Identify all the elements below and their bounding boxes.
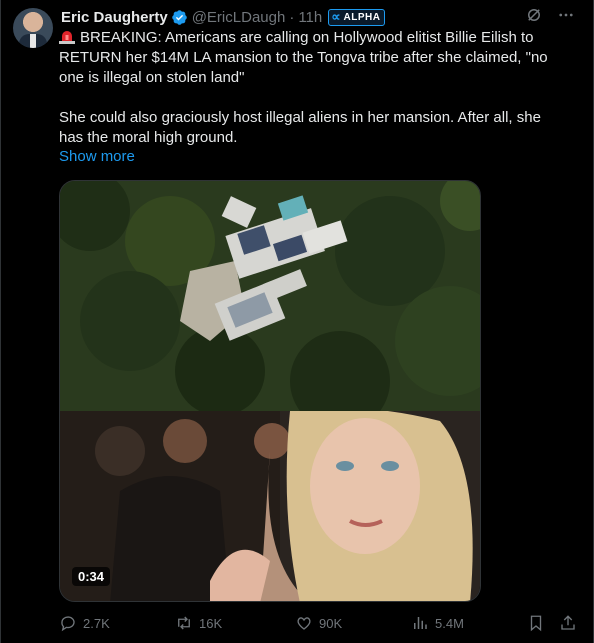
post-text-line-2: She could also graciously host illegal a… bbox=[59, 109, 541, 146]
author-name[interactable]: Eric Daugherty bbox=[61, 9, 168, 26]
separator: · bbox=[289, 8, 295, 26]
post-header: Eric Daugherty @EricLDaugh · 11h ∝ ALPHA bbox=[61, 7, 386, 27]
post-time[interactable]: 11h bbox=[298, 9, 322, 26]
verified-badge-icon bbox=[171, 9, 187, 25]
more-icon[interactable] bbox=[557, 6, 575, 28]
bookmark-icon bbox=[530, 615, 542, 632]
post-text-line-1: BREAKING: Americans are calling on Holly… bbox=[59, 29, 548, 86]
views-button[interactable]: 5.4M bbox=[411, 612, 464, 634]
reply-icon bbox=[61, 616, 75, 632]
action-bar: 2.7K 16K 90K 5.4M bbox=[59, 612, 579, 634]
alpha-badge[interactable]: ∝ ALPHA bbox=[328, 8, 386, 26]
post-container: Eric Daugherty @EricLDaugh · 11h ∝ ALPHA… bbox=[0, 0, 594, 643]
share-button[interactable] bbox=[559, 612, 577, 634]
alpha-badge-label: ALPHA bbox=[343, 11, 381, 23]
top-right-actions bbox=[525, 6, 575, 28]
post-text: BREAKING: Americans are calling on Holly… bbox=[59, 28, 569, 148]
author-avatar[interactable] bbox=[13, 8, 53, 48]
reply-count: 2.7K bbox=[83, 615, 110, 631]
video-duration: 0:34 bbox=[72, 567, 111, 586]
views-icon bbox=[414, 617, 427, 629]
video-frame-image bbox=[60, 411, 480, 601]
views-count: 5.4M bbox=[435, 615, 464, 631]
show-more-link[interactable]: Show more bbox=[59, 148, 135, 165]
avatar-shirt bbox=[30, 34, 36, 48]
grok-icon[interactable] bbox=[525, 6, 543, 28]
share-icon bbox=[561, 615, 575, 630]
like-count: 90K bbox=[319, 615, 343, 631]
author-handle[interactable]: @EricLDaugh bbox=[192, 9, 286, 26]
aerial-mansion-image bbox=[60, 181, 480, 411]
repost-count: 16K bbox=[199, 615, 223, 631]
reply-button[interactable]: 2.7K bbox=[59, 612, 110, 634]
like-button[interactable]: 90K bbox=[295, 612, 342, 634]
alpha-logo-icon: ∝ bbox=[331, 9, 341, 24]
repost-icon bbox=[178, 616, 190, 630]
siren-icon bbox=[59, 31, 75, 44]
like-icon bbox=[297, 617, 311, 630]
bookmark-button[interactable] bbox=[527, 612, 545, 634]
video-player[interactable]: 0:34 bbox=[59, 180, 481, 602]
repost-button[interactable]: 16K bbox=[175, 612, 222, 634]
